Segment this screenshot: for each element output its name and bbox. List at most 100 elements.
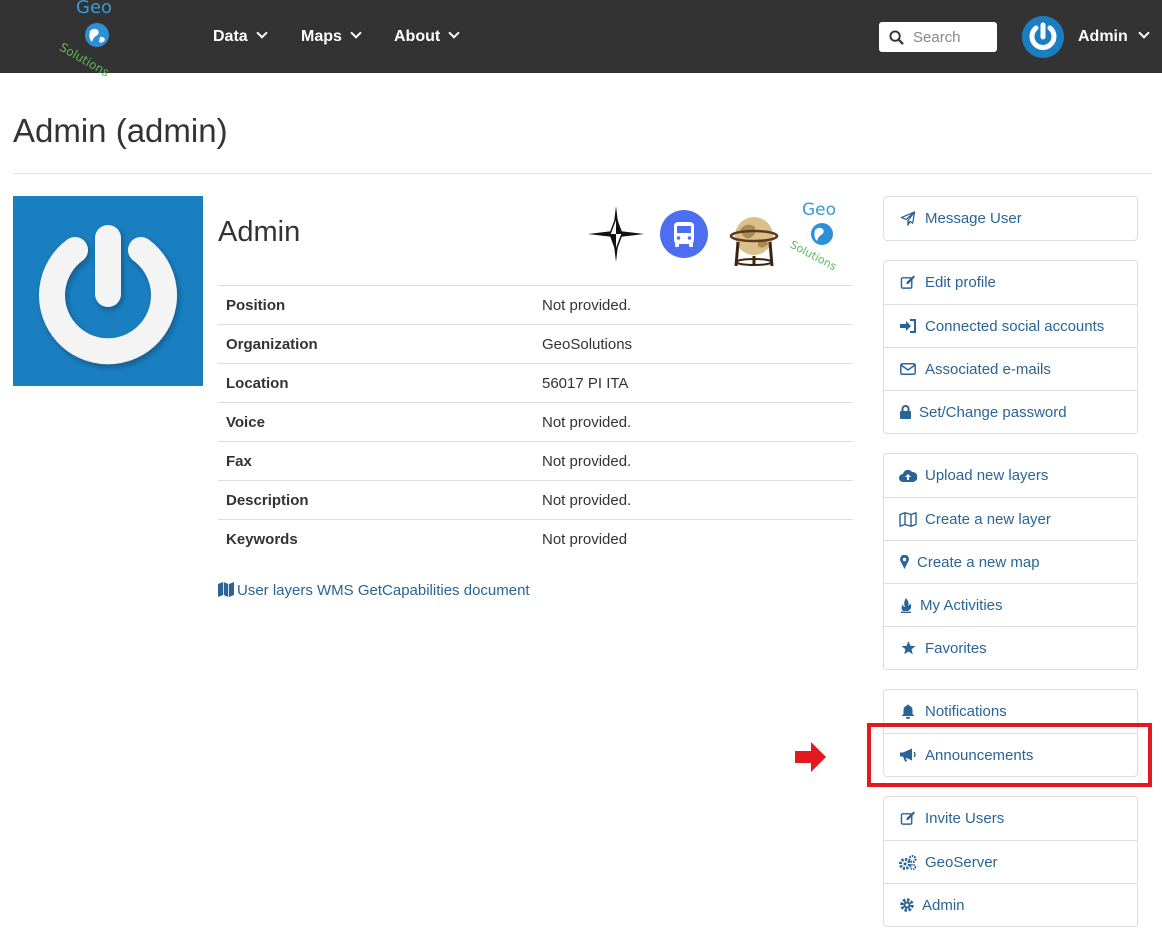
field-value: Not provided. [534,285,853,325]
sidebar-item-label: Associated e-mails [925,360,1051,378]
field-value: Not provided. [534,480,853,520]
sidebar-item-label: Favorites [925,639,987,657]
sidebar-item-admin[interactable]: Admin [884,883,1137,926]
field-value: GeoSolutions [534,324,853,364]
map-marker-icon [899,555,909,569]
power-logo-icon [1022,16,1064,58]
nav-menu-about[interactable]: About [394,27,460,46]
table-row: Position Not provided. [218,285,853,325]
logo-globe-icon [811,223,833,245]
compass-star-icon [588,206,644,262]
lock-icon [899,405,911,419]
highlight-box [867,723,1152,787]
wms-capabilities-link-label: User layers WMS GetCapabilities document [237,582,530,599]
cog-icon [899,898,914,912]
profile-info-table: Position Not provided. Organization GeoSol… [218,285,853,559]
sidebar-item-label: Admin [922,896,965,914]
table-row: Description Not provided. [218,480,853,520]
bell-icon [901,704,915,719]
sidebar-item-invite-users[interactable]: Invite Users [884,797,1137,840]
field-value: Not provided. [534,441,853,481]
sidebar-item-upload-new-layers[interactable]: Upload new layers [884,454,1137,497]
nav-menu-data-label: Data [213,28,248,45]
logo-globe-icon [85,23,109,47]
user-menu-label: Admin [1078,28,1128,45]
sidebar-item-label: Message User [925,210,1022,227]
envelope-icon [900,363,916,375]
sidebar-item-label: Edit profile [925,274,996,291]
table-row: Fax Not provided. [218,441,853,481]
sidebar-item-label: Create a new map [917,553,1040,571]
field-label: Voice [218,402,534,442]
field-label: Position [218,285,534,325]
nav-menu-about-label: About [394,28,441,45]
table-row: Keywords Not provided [218,519,853,559]
sidebar-item-edit-profile[interactable]: Edit profile [884,261,1137,304]
nav-menu-maps[interactable]: Maps [301,27,362,46]
wms-capabilities-link[interactable]: User layers WMS GetCapabilities document [218,582,530,599]
nav-menu-maps-label: Maps [301,28,342,45]
fire-icon [900,597,911,613]
sidebar-item-set-change-password[interactable]: Set/Change password [884,390,1137,433]
divider [13,173,1152,174]
sidebar-item-label: Notifications [925,703,1007,720]
sidebar-item-label: GeoServer [925,853,998,871]
chevron-down-icon [1138,27,1150,39]
sidebar-item-create-new-layer[interactable]: Create a new layer [884,497,1137,540]
field-label: Fax [218,441,534,481]
sidebar-item-associated-emails[interactable]: Associated e-mails [884,347,1137,390]
sidebar-item-label: Connected social accounts [925,317,1105,335]
table-row: Organization GeoSolutions [218,324,853,364]
nav-menu-data[interactable]: Data [213,27,268,46]
edit-icon [900,811,916,825]
sidebar-item-label: Invite Users [925,810,1005,827]
field-value: Not provided [534,519,853,559]
cogs-icon [899,854,917,870]
sidebar-item-label: My Activities [920,596,1003,614]
search-input[interactable] [913,26,993,48]
field-label: Organization [218,324,534,364]
sidebar-item-label: Set/Change password [919,403,1067,421]
paper-plane-icon [900,211,916,226]
sidebar-item-my-activities[interactable]: My Activities [884,583,1137,626]
sidebar-group-content: Upload new layers Create a new layer Cre… [883,453,1138,670]
cloud-upload-icon [899,469,917,482]
geosolutions-logo-text: Geo [802,200,837,220]
chevron-down-icon [350,27,362,39]
table-row: Location 56017 PI ITA [218,363,853,403]
map-icon [218,582,234,597]
sign-in-icon [900,319,916,333]
user-menu[interactable]: Admin [1078,27,1150,46]
search-box [879,22,997,52]
star-icon [901,641,915,655]
edit-icon [900,275,916,289]
sidebar-group-admin: Invite Users GeoServer Admin [883,796,1138,927]
sidebar-item-create-new-map[interactable]: Create a new map [884,540,1137,583]
geosolutions-logo: Geo Solutions [788,200,856,273]
field-label: Location [218,363,534,403]
page-title: Admin (admin) [13,112,228,149]
logo-text-top: Geo [76,0,113,18]
sidebar-item-geoserver[interactable]: GeoServer [884,840,1137,883]
field-value: 56017 PI ITA [534,363,853,403]
sidebar-item-connected-social-accounts[interactable]: Connected social accounts [884,304,1137,347]
globe-icon [729,217,779,267]
field-label: Keywords [218,519,534,559]
top-navbar: Geo Solutions Data Maps About Admin [0,0,1162,80]
chevron-down-icon [256,27,268,39]
field-value: Not provided. [534,402,853,442]
sidebar-item-message-user[interactable]: Message User [884,197,1137,240]
site-logo[interactable]: Geo Solutions [57,0,136,80]
field-label: Description [218,480,534,520]
map-icon [899,511,917,527]
chevron-down-icon [448,27,460,39]
red-arrow-icon [795,742,826,772]
sidebar-item-favorites[interactable]: Favorites [884,626,1137,669]
power-logo-icon [13,196,203,386]
profile-name: Admin [218,216,301,248]
sidebar-group-account: Edit profile Connected social accounts A… [883,260,1138,434]
table-row: Voice Not provided. [218,402,853,442]
bus-icon [660,210,708,258]
search-icon [889,30,904,45]
user-avatar[interactable] [1022,16,1064,58]
